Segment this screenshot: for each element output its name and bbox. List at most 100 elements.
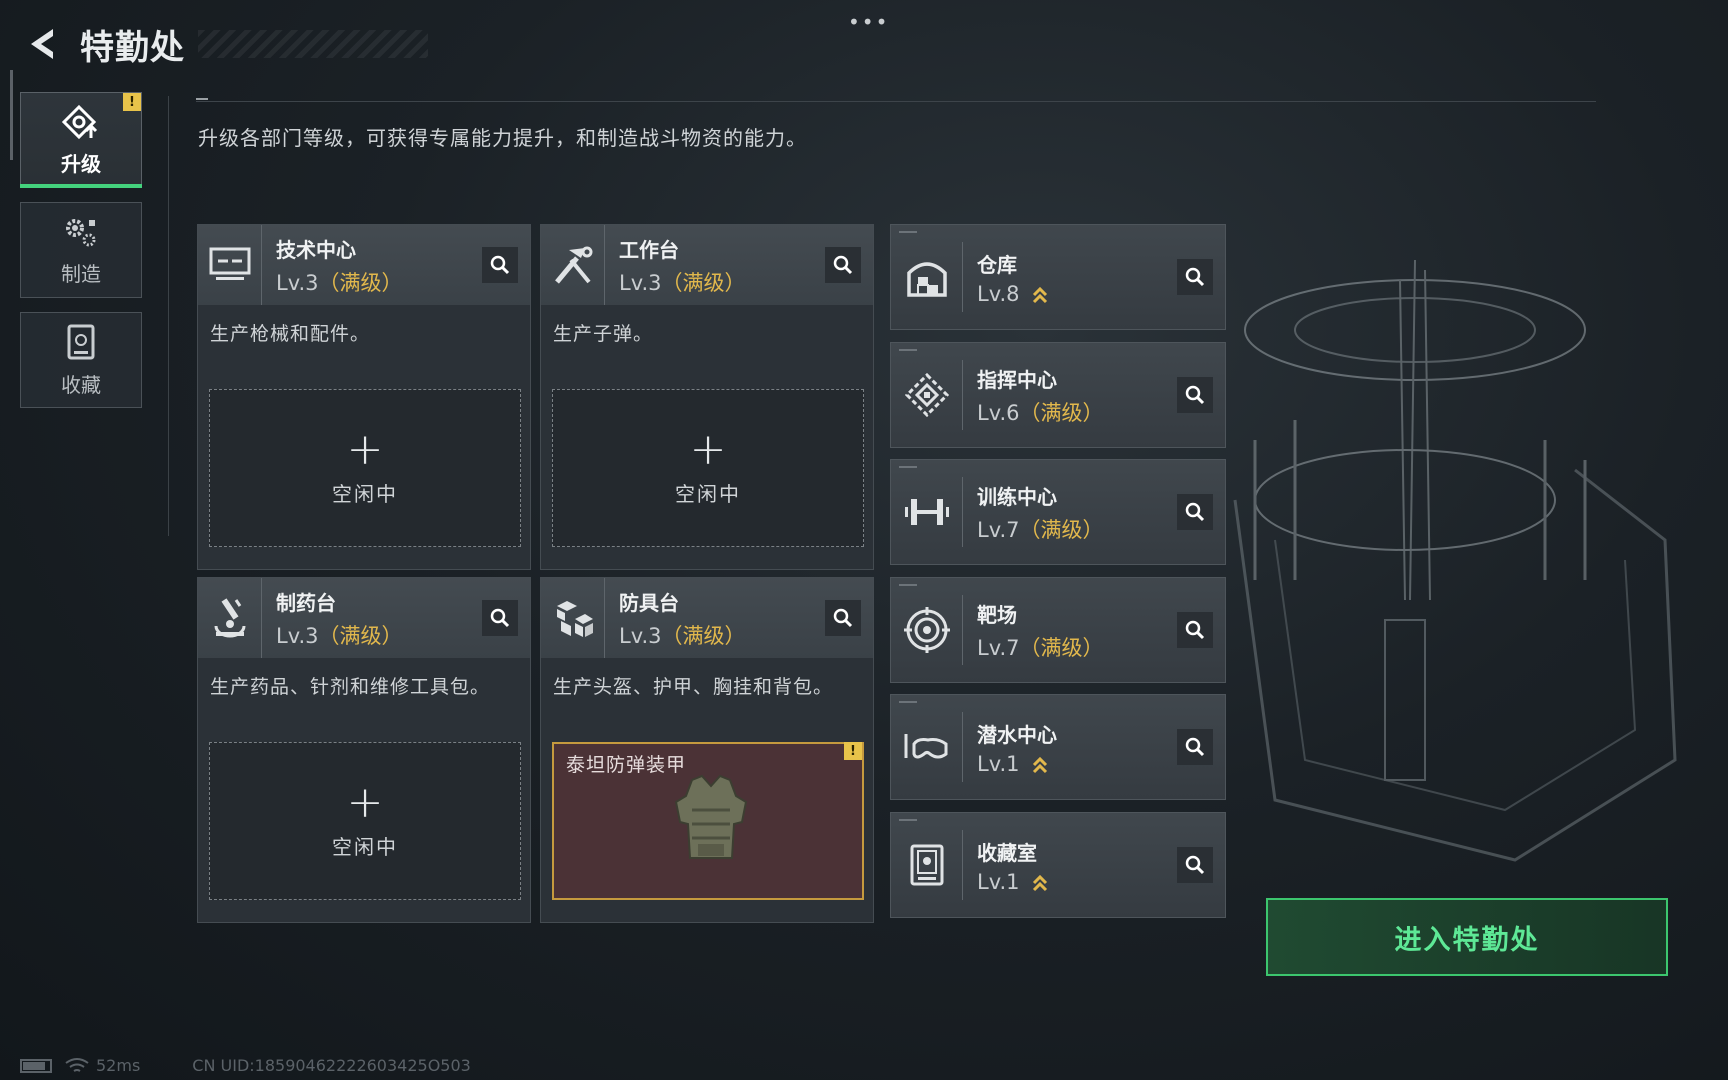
warning-badge: !: [123, 93, 141, 111]
card-name: 防具台: [619, 590, 679, 615]
divider: [168, 96, 169, 536]
idle-label: 空闲中: [675, 481, 741, 506]
card-name: 工作台: [619, 237, 679, 262]
workshop-card-tech-center: 技术中心 Lv.3（满级） 生产枪械和配件。 + 空闲中: [197, 224, 531, 570]
page-title: 特勤处: [80, 27, 185, 68]
search-icon: [1185, 267, 1205, 287]
card-name: 制药台: [276, 590, 336, 615]
card-name: 潜水中心: [977, 722, 1057, 747]
collection-icon: [67, 324, 95, 359]
tab-upgrade[interactable]: ! 升级: [20, 92, 142, 188]
search-icon: [1185, 855, 1205, 875]
back-button[interactable]: [20, 22, 64, 66]
max-level-label: （满级）: [1019, 517, 1104, 542]
upgrade-available-icon: [1033, 756, 1048, 773]
card-level: Lv.6: [977, 400, 1020, 425]
search-button[interactable]: [1177, 729, 1213, 765]
plus-icon: +: [346, 776, 384, 828]
card-name: 收藏室: [977, 840, 1037, 865]
wifi-icon: [65, 1057, 89, 1072]
corner-mark: [899, 349, 917, 351]
plus-icon: +: [689, 423, 727, 475]
tab-label: 制造: [61, 261, 101, 286]
more-dots-icon[interactable]: •••: [848, 10, 889, 34]
idle-label: 空闲中: [332, 834, 398, 859]
warehouse-icon: [891, 242, 963, 312]
battery-icon: [20, 1058, 52, 1073]
back-arrow-icon: [31, 29, 53, 59]
search-icon: [1185, 502, 1205, 522]
facility-card-warehouse[interactable]: 仓库 Lv.8: [890, 224, 1226, 330]
plus-icon: +: [346, 423, 384, 475]
search-button[interactable]: [1177, 847, 1213, 883]
search-button[interactable]: [1177, 377, 1213, 413]
idle-slot[interactable]: + 空闲中: [552, 389, 864, 547]
facility-blueprint-illustration: [1233, 259, 1677, 862]
card-level: Lv.1: [977, 869, 1020, 894]
tab-label: 收藏: [61, 372, 101, 397]
tools-icon: [541, 225, 605, 305]
card-header: 技术中心 Lv.3（满级）: [198, 225, 530, 305]
enter-special-ops-button[interactable]: 进入特勤处: [1266, 898, 1668, 976]
corner-mark: [899, 584, 917, 586]
workshop-card-armor: 防具台 Lv.3（满级） 生产头盔、护甲、胸挂和背包。 泰坦防弹装甲 !: [540, 577, 874, 923]
card-name: 指挥中心: [977, 367, 1057, 392]
cubes-icon: [541, 578, 605, 658]
search-button[interactable]: [825, 600, 861, 636]
diving-mask-icon: [891, 712, 963, 782]
facility-card-training-center[interactable]: 训练中心 Lv.7（满级）: [890, 459, 1226, 565]
facility-card-collection-room[interactable]: 收藏室 Lv.1: [890, 812, 1226, 918]
card-level: Lv.8: [977, 281, 1020, 306]
card-header: 工作台 Lv.3（满级）: [541, 225, 873, 305]
card-level: Lv.3: [619, 270, 662, 295]
upgrade-icon: [61, 104, 98, 139]
facility-card-diving-center[interactable]: 潜水中心 Lv.1: [890, 694, 1226, 800]
tab-craft[interactable]: 制造: [20, 202, 142, 298]
body-armor-icon: [674, 774, 748, 859]
max-level-label: （满级）: [318, 270, 403, 295]
search-button[interactable]: [482, 247, 518, 283]
corner-mark: [899, 466, 917, 468]
enter-button-label: 进入特勤处: [1394, 924, 1540, 956]
upgrade-available-icon: [1033, 874, 1048, 891]
max-level-label: （满级）: [318, 623, 403, 648]
facility-card-shooting-range[interactable]: 靶场 Lv.7（满级）: [890, 577, 1226, 683]
corner-mark: [899, 231, 917, 233]
divider-mark: [196, 98, 208, 100]
card-level: Lv.3: [276, 270, 319, 295]
card-name: 靶场: [977, 602, 1017, 627]
search-icon: [833, 608, 853, 628]
corner-mark: [899, 819, 917, 821]
tab-collection[interactable]: 收藏: [20, 312, 142, 408]
divider: [196, 101, 1596, 102]
card-level: Lv.3: [276, 623, 319, 648]
command-icon: [891, 360, 963, 430]
search-icon: [490, 608, 510, 628]
search-button[interactable]: [825, 247, 861, 283]
search-icon: [490, 255, 510, 275]
computer-icon: [198, 225, 262, 305]
idle-slot[interactable]: + 空闲中: [209, 389, 521, 547]
tab-label: 升级: [61, 151, 101, 176]
card-description: 生产子弹。: [553, 323, 654, 345]
card-description: 生产枪械和配件。: [210, 323, 371, 345]
idle-slot[interactable]: + 空闲中: [209, 742, 521, 900]
search-button[interactable]: [1177, 259, 1213, 295]
search-button[interactable]: [482, 600, 518, 636]
search-button[interactable]: [1177, 612, 1213, 648]
max-level-label: （满级）: [1019, 400, 1104, 425]
idle-label: 空闲中: [332, 481, 398, 506]
status-footer: 52ms CN UID:18590462222603425O503: [20, 1056, 471, 1075]
max-level-label: （满级）: [1019, 635, 1104, 660]
card-level: Lv.3: [619, 623, 662, 648]
search-button[interactable]: [1177, 494, 1213, 530]
workshop-card-workbench: 工作台 Lv.3（满级） 生产子弹。 + 空闲中: [540, 224, 874, 570]
tab-rail: [10, 70, 13, 160]
search-icon: [1185, 620, 1205, 640]
card-level: Lv.1: [977, 751, 1020, 776]
facility-card-command-center[interactable]: 指挥中心 Lv.6（满级）: [890, 342, 1226, 448]
ping-value: 52ms: [96, 1056, 141, 1075]
crafting-slot[interactable]: 泰坦防弹装甲 !: [552, 742, 864, 900]
search-icon: [833, 255, 853, 275]
title-decoration: [198, 30, 428, 58]
